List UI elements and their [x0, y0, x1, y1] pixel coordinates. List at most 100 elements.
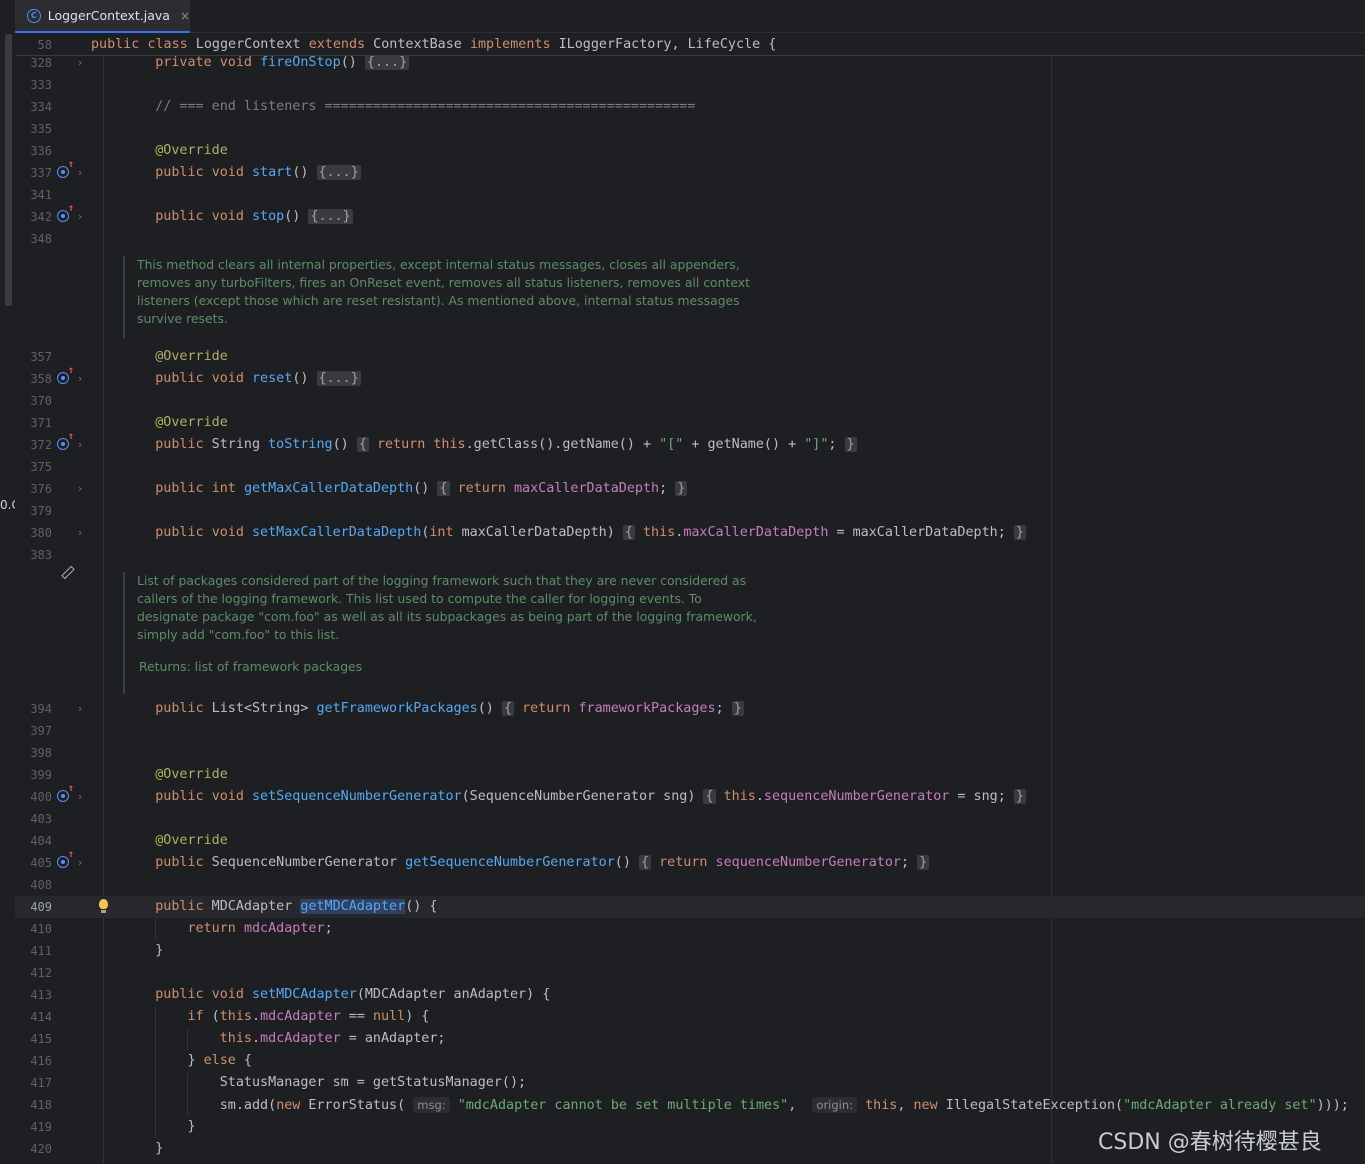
code-editor[interactable]: 58 public class LoggerContext extends Co…: [15, 34, 1365, 1164]
code-row[interactable]: 380 › public void setMaxCallerDataDepth(…: [15, 522, 1365, 544]
project-scrollbar[interactable]: [5, 34, 12, 306]
line-number: 336: [30, 144, 52, 158]
javadoc-reset: This method clears all internal properti…: [123, 256, 750, 338]
code-row[interactable]: 408: [15, 874, 1365, 896]
line-number: 410: [30, 922, 52, 936]
code-row-current[interactable]: 409 public MDCAdapter getMDCAdapter() {: [15, 896, 1365, 918]
code-row[interactable]: 341: [15, 184, 1365, 206]
code-row[interactable]: 334 // === end listeners ===============…: [15, 96, 1365, 118]
edit-doc-icon[interactable]: [61, 565, 75, 580]
code-row[interactable]: 416 } else {: [15, 1050, 1365, 1072]
folded-block: {...}: [364, 55, 410, 70]
code-row[interactable]: 394 › public List<String> getFrameworkPa…: [15, 698, 1365, 720]
code-row[interactable]: 348: [15, 228, 1365, 250]
fold-expand-icon[interactable]: ›: [78, 368, 82, 390]
fold-expand-icon[interactable]: ›: [78, 434, 82, 456]
folded-block: {...}: [316, 371, 361, 386]
override-arrow-icon: ↑: [68, 203, 75, 214]
code-row[interactable]: 397: [15, 720, 1365, 742]
code-line: @Override: [155, 767, 228, 782]
code-row[interactable]: 357 @Override: [15, 346, 1365, 368]
line-number: 405: [30, 856, 52, 870]
line-number: 383: [30, 548, 52, 562]
code-line: public void setMaxCallerDataDepth(int ma…: [155, 525, 1026, 540]
indent-guide: [187, 1029, 188, 1050]
param-hint-origin: origin:: [812, 1097, 858, 1113]
code-row[interactable]: 398: [15, 742, 1365, 764]
tab-loggercontext-java[interactable]: C LoggerContext.java ×: [15, 0, 190, 33]
code-line: sm.add(new ErrorStatus( msg: "mdcAdapter…: [123, 1097, 1349, 1113]
line-number: 411: [30, 944, 52, 958]
code-row[interactable]: 333: [15, 74, 1365, 96]
line-number: 418: [30, 1098, 52, 1112]
code-row[interactable]: 411 }: [15, 940, 1365, 962]
editor-tab-bar: C LoggerContext.java ×: [15, 0, 1365, 33]
code-row[interactable]: 337 ↑ › public void start() {...}: [15, 159, 1365, 184]
code-row[interactable]: 414 if (this.mdcAdapter == null) {: [15, 1006, 1365, 1028]
line-number: 397: [30, 724, 52, 738]
line-number: 414: [30, 1010, 52, 1024]
code-row[interactable]: 405 ↑ › public SequenceNumberGenerator g…: [15, 849, 1365, 874]
fold-expand-icon[interactable]: ›: [78, 206, 82, 228]
highlighted-identifier: getMDCAdapter: [300, 899, 406, 914]
code-row[interactable]: 375: [15, 456, 1365, 478]
code-row[interactable]: 376 › public int getMaxCallerDataDepth()…: [15, 478, 1365, 500]
code-row[interactable]: 404 @Override: [15, 830, 1365, 852]
line-number: 333: [30, 78, 52, 92]
code-row[interactable]: 410 return mdcAdapter;: [15, 918, 1365, 940]
code-row[interactable]: 328 › private void fireOnStop() {...}: [15, 52, 1365, 74]
code-row[interactable]: 418 sm.add(new ErrorStatus( msg: "mdcAda…: [15, 1094, 1365, 1116]
code-row[interactable]: 371 @Override: [15, 412, 1365, 434]
override-arrow-icon: ↑: [68, 159, 75, 170]
fold-expand-icon[interactable]: ›: [78, 852, 82, 874]
code-line: this.mdcAdapter = anAdapter;: [219, 1031, 446, 1046]
code-row[interactable]: 412: [15, 962, 1365, 984]
code-line: public SequenceNumberGenerator getSequen…: [155, 855, 930, 870]
code-row[interactable]: 358 ↑ › public void reset() {...}: [15, 365, 1365, 390]
line-number: 335: [30, 122, 52, 136]
code-line: }: [123, 1119, 196, 1134]
code-line: public void stop() {...}: [155, 209, 353, 224]
line-number: 419: [30, 1120, 52, 1134]
line-number: 380: [30, 526, 52, 540]
csdn-watermark: CSDN @春树待樱甚良: [1098, 1130, 1322, 1155]
fold-expand-icon[interactable]: ›: [78, 786, 82, 808]
line-number: 379: [30, 504, 52, 518]
code-line: if (this.mdcAdapter == null) {: [187, 1009, 430, 1024]
code-row[interactable]: 403: [15, 808, 1365, 830]
code-row[interactable]: 399 @Override: [15, 764, 1365, 786]
fold-expand-icon[interactable]: ›: [78, 162, 82, 184]
code-line: private void fireOnStop() {...}: [155, 55, 410, 70]
param-hint-msg: msg:: [413, 1097, 450, 1113]
line-number: 420: [30, 1142, 52, 1156]
line-number: 337: [30, 166, 52, 180]
fold-expand-icon[interactable]: ›: [78, 522, 82, 544]
fold-expand-icon[interactable]: ›: [78, 52, 82, 74]
code-row[interactable]: 400 ↑ › public void setSequenceNumberGen…: [15, 783, 1365, 808]
code-row[interactable]: 379: [15, 500, 1365, 522]
code-row[interactable]: 342 ↑ › public void stop() {...}: [15, 203, 1365, 228]
line-number: 334: [30, 100, 52, 114]
code-row[interactable]: 335: [15, 118, 1365, 140]
code-row[interactable]: 370: [15, 390, 1365, 412]
code-row[interactable]: 415 this.mdcAdapter = anAdapter;: [15, 1028, 1365, 1050]
code-row[interactable]: 383: [15, 544, 1365, 566]
line-number: 417: [30, 1076, 52, 1090]
lightbulb-icon[interactable]: [99, 899, 108, 913]
code-line: @Override: [155, 833, 228, 848]
code-line: public MDCAdapter getMDCAdapter() {: [155, 899, 438, 914]
line-number: 370: [30, 394, 52, 408]
code-row[interactable]: 336 @Override: [15, 140, 1365, 162]
code-row[interactable]: 372 ↑ › public String toString() { retur…: [15, 431, 1365, 456]
fold-expand-icon[interactable]: ›: [78, 478, 82, 500]
line-number: 348: [30, 232, 52, 246]
fold-expand-icon[interactable]: ›: [78, 698, 82, 720]
left-tool-strip: 0.C: [0, 0, 20, 1164]
override-arrow-icon: ↑: [68, 849, 75, 860]
code-row[interactable]: 413 public void setMDCAdapter(MDCAdapter…: [15, 984, 1365, 1006]
line-number: 399: [30, 768, 52, 782]
code-row[interactable]: 417 StatusManager sm = getStatusManager(…: [15, 1072, 1365, 1094]
close-icon[interactable]: ×: [180, 9, 190, 23]
line-number: 358: [30, 372, 52, 386]
code-line: public List<String> getFrameworkPackages…: [155, 701, 744, 716]
